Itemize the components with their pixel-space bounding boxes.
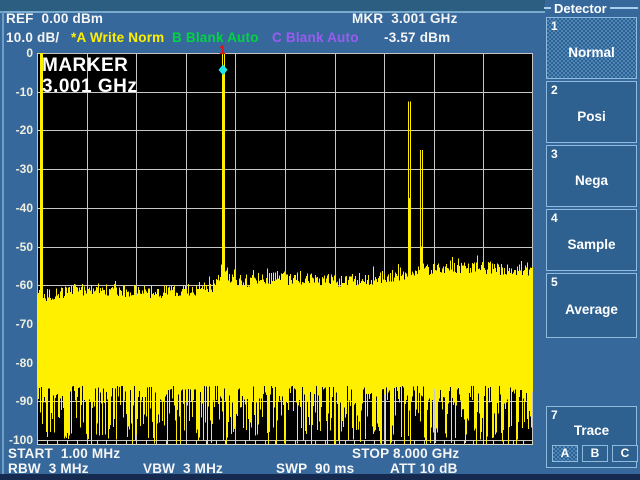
marker-annotation-freq: 3.001 GHz [42,76,138,97]
detector-button-1[interactable]: 1 Normal [546,17,637,79]
detector-softkey-menu: Detector 1 Normal 2 Posi 3 Nega 4 Sample… [544,0,640,474]
bottom-bezel-strip [0,474,640,480]
marker-annotation: MARKER 3.001 GHz [42,55,137,97]
spectrum-plot-svg [37,53,533,445]
detector-menu-title: Detector [544,0,640,16]
spectrum-plot [37,53,533,445]
detector-button-7[interactable]: 7 Trace A B C [546,406,638,468]
detector-button-5[interactable]: 5 Average [546,273,637,338]
trace-select-row: A B C [547,445,638,462]
marker-diamond-icon [218,64,228,76]
y-axis-label: 0 [26,46,33,60]
softkey-number: 4 [551,211,558,225]
y-axis-label: -100 [8,433,33,447]
y-axis-label: -80 [15,355,33,370]
softkey-number: 3 [551,147,558,161]
softkey-label: Normal [568,45,615,60]
trace-c-status: C Blank Auto [272,30,359,45]
softkey-label: Trace [573,423,610,438]
y-axis-label: -70 [15,316,33,331]
start-freq-readout: START 1.00 MHz [8,446,121,461]
softkey-number: 2 [551,83,558,97]
trace-key-b[interactable]: B [582,445,608,462]
softkey-number: 1 [551,19,558,33]
detector-button-2[interactable]: 2 Posi [546,81,637,143]
marker-number-flag: 1 [219,43,226,57]
softkey-label: Nega [574,173,608,188]
y-axis-label: -50 [15,239,33,254]
spectrum-analyzer-screen: REF 0.00 dBm MKR 3.001 GHz 10.0 dB/ *A W… [0,0,640,480]
softkey-label: Sample [567,237,616,252]
marker-annotation-title: MARKER [42,55,129,76]
detector-menu-title-label: Detector [554,0,607,16]
detector-button-3[interactable]: 3 Nega [546,145,637,207]
y-axis-label: -30 [15,162,33,177]
y-axis-label: -90 [15,394,33,409]
softkey-label: Posi [577,109,606,124]
y-axis-label: -10 [15,84,33,99]
y-axis-labels: 0 -10 -20 -30 -40 -50 -60 -70 -80 -90 -100 [0,0,34,480]
softkey-number: 7 [551,408,558,422]
y-axis-label: -20 [15,123,33,138]
trace-key-c[interactable]: C [612,445,638,462]
trace-b-status: B Blank Auto [172,30,259,45]
softkey-label: Average [565,302,618,318]
y-axis-label: -60 [15,278,33,293]
detector-button-4[interactable]: 4 Sample [546,209,637,271]
trace-a-status: *A Write Norm [71,30,165,45]
trace-key-a[interactable]: A [552,445,578,462]
y-axis-label: -40 [15,200,33,215]
stop-freq-readout: STOP 8.000 GHz [352,446,460,461]
marker-freq-readout: MKR 3.001 GHz [352,11,458,26]
softkey-number: 5 [551,275,558,289]
marker-level-readout: -3.57 dBm [384,30,451,45]
